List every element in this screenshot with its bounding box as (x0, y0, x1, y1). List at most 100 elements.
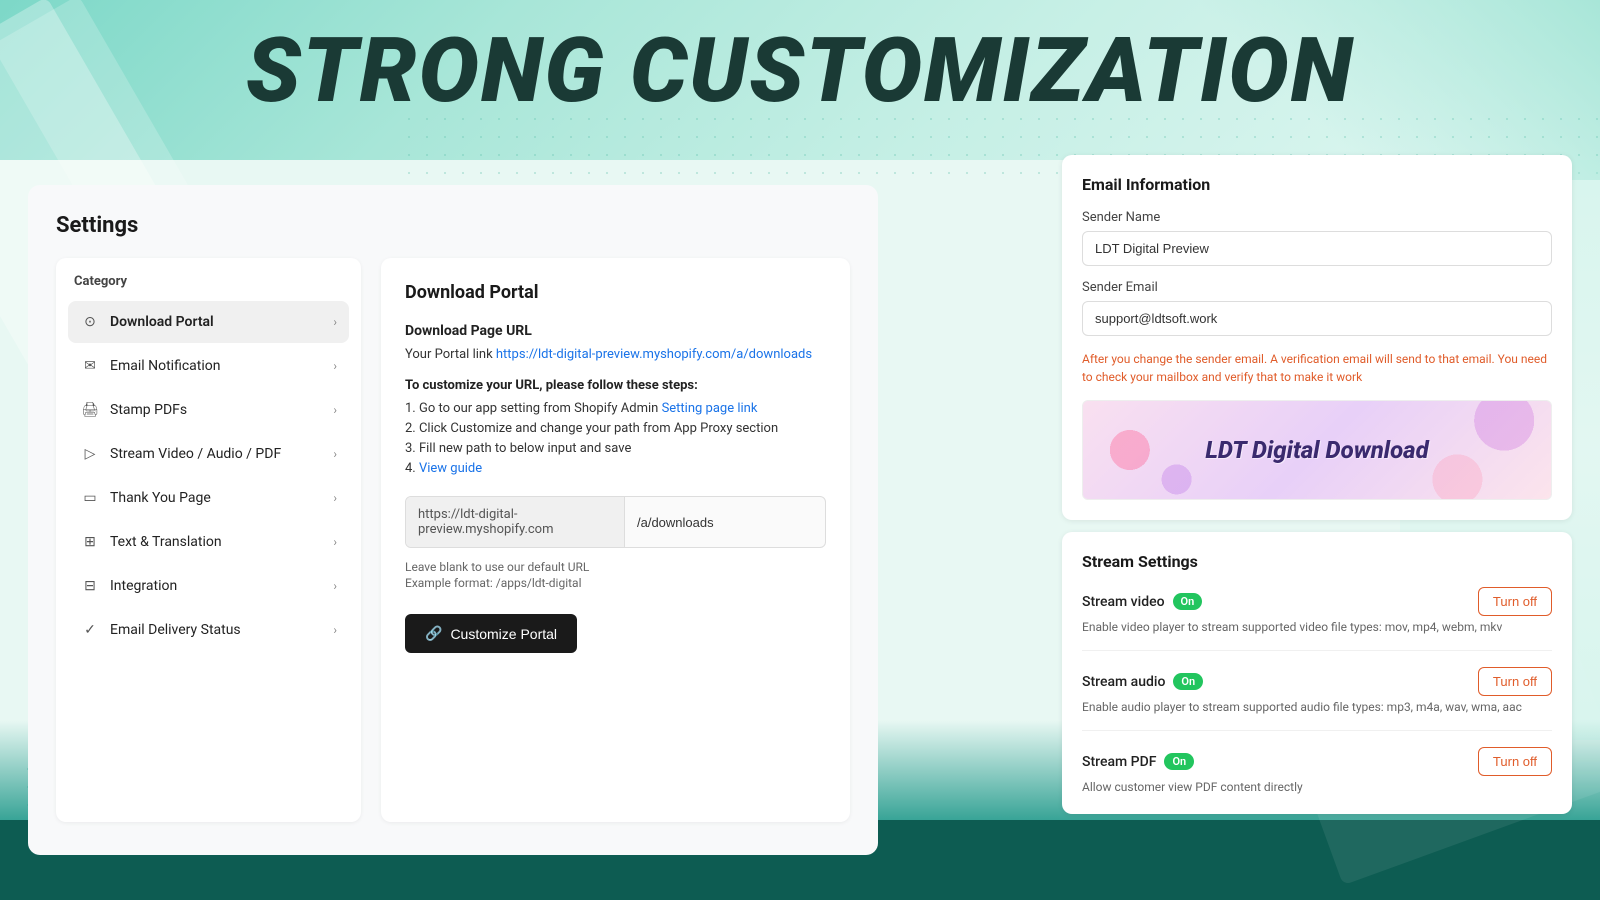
url-input-wrapper: https://ldt-digital-preview.myshopify.co… (405, 496, 826, 548)
download-portal-icon: ⊙ (80, 312, 100, 332)
stream-video-row: Stream video On Turn off (1082, 587, 1552, 616)
chevron-right-icon: › (333, 491, 337, 505)
email-info-title: Email Information (1082, 175, 1552, 194)
step-4: 4. View guide (405, 461, 826, 476)
settings-inner: Category ⊙ Download Portal › ✉ Email Not… (56, 258, 850, 822)
sidebar-item-stream-video[interactable]: ▷ Stream Video / Audio / PDF › (68, 433, 349, 475)
stream-audio-desc: Enable audio player to stream supported … (1082, 700, 1552, 714)
sender-email-label: Sender Email (1082, 280, 1552, 295)
sender-email-input[interactable] (1082, 301, 1552, 336)
text-translation-icon: ⊞ (80, 532, 100, 552)
sidebar-item-email-delivery[interactable]: ✓ Email Delivery Status › (68, 609, 349, 651)
sidebar-item-left: ⊟ Integration (80, 576, 177, 596)
stream-pdf-status: On (1164, 753, 1194, 770)
sidebar-label-integration: Integration (110, 578, 177, 594)
step-1: 1. Go to our app setting from Shopify Ad… (405, 401, 826, 416)
settings-panel: Settings Category ⊙ Download Portal › ✉ … (28, 185, 878, 855)
stream-audio-status: On (1173, 673, 1203, 690)
sidebar-label-email-notification: Email Notification (110, 358, 221, 374)
main-title: STRONG CUSTOMIZATION (0, 18, 1600, 123)
stream-audio-left: Stream audio On (1082, 673, 1203, 690)
sidebar-item-left: 🖨 Stamp PDFs (80, 400, 187, 420)
sidebar-label-stream-video: Stream Video / Audio / PDF (110, 446, 281, 462)
view-guide-link[interactable]: View guide (419, 461, 482, 476)
stream-video-desc: Enable video player to stream supported … (1082, 620, 1552, 634)
chevron-right-icon: › (333, 623, 337, 637)
email-notification-icon: ✉ (80, 356, 100, 376)
sidebar-label-email-delivery: Email Delivery Status (110, 622, 241, 638)
email-delivery-icon: ✓ (80, 620, 100, 640)
sidebar-item-left: ⊞ Text & Translation (80, 532, 222, 552)
stream-video-item: Stream video On Turn off Enable video pl… (1082, 587, 1552, 651)
stream-video-toggle-button[interactable]: Turn off (1478, 587, 1552, 616)
portal-link-row: Your Portal link https://ldt-digital-pre… (405, 347, 826, 362)
chevron-right-icon: › (333, 359, 337, 373)
sidebar-label-thank-you-page: Thank You Page (110, 490, 211, 506)
banner-text: LDT Digital Download (1205, 436, 1428, 464)
sender-name-label: Sender Name (1082, 210, 1552, 225)
sidebar-item-left: ▷ Stream Video / Audio / PDF (80, 444, 281, 464)
stream-pdf-desc: Allow customer view PDF content directly (1082, 780, 1552, 794)
integration-icon: ⊟ (80, 576, 100, 596)
stream-pdf-name: Stream PDF (1082, 754, 1156, 770)
customize-icon: 🔗 (425, 625, 442, 642)
right-panel: Email Information Sender Name Sender Ema… (1062, 155, 1572, 814)
sidebar-item-stamp-pdfs[interactable]: 🖨 Stamp PDFs › (68, 389, 349, 431)
customize-btn-label: Customize Portal (450, 626, 557, 642)
url-hint: Leave blank to use our default URL (405, 560, 826, 574)
content-title: Download Portal (405, 282, 826, 303)
sidebar-item-left: ▭ Thank You Page (80, 488, 211, 508)
settings-title: Settings (56, 213, 850, 238)
stream-audio-toggle-button[interactable]: Turn off (1478, 667, 1552, 696)
stream-pdf-toggle-button[interactable]: Turn off (1478, 747, 1552, 776)
url-example: Example format: /apps/ldt-digital (405, 576, 826, 590)
email-info-card: Email Information Sender Name Sender Ema… (1062, 155, 1572, 520)
chevron-right-icon: › (333, 535, 337, 549)
stream-settings-title: Stream Settings (1082, 552, 1552, 571)
sidebar-item-text-translation[interactable]: ⊞ Text & Translation › (68, 521, 349, 563)
stream-pdf-left: Stream PDF On (1082, 753, 1194, 770)
sidebar-category-label: Category (68, 274, 349, 289)
thank-you-page-icon: ▭ (80, 488, 100, 508)
step-2: 2. Click Customize and change your path … (405, 421, 826, 436)
stream-settings-card: Stream Settings Stream video On Turn off… (1062, 532, 1572, 814)
email-hint: After you change the sender email. A ver… (1082, 350, 1552, 386)
chevron-right-icon: › (333, 579, 337, 593)
sidebar-item-download-portal[interactable]: ⊙ Download Portal › (68, 301, 349, 343)
sidebar-label-text-translation: Text & Translation (110, 534, 222, 550)
stream-audio-item: Stream audio On Turn off Enable audio pl… (1082, 667, 1552, 731)
stream-video-name: Stream video (1082, 594, 1165, 610)
sidebar-item-thank-you-page[interactable]: ▭ Thank You Page › (68, 477, 349, 519)
steps-heading: To customize your URL, please follow the… (405, 378, 826, 393)
chevron-right-icon: › (333, 315, 337, 329)
sidebar-label-stamp-pdfs: Stamp PDFs (110, 402, 187, 418)
sidebar-item-left: ✉ Email Notification (80, 356, 221, 376)
stream-video-left: Stream video On (1082, 593, 1202, 610)
sidebar-item-left: ✓ Email Delivery Status (80, 620, 241, 640)
stream-video-status: On (1173, 593, 1203, 610)
stream-video-icon: ▷ (80, 444, 100, 464)
stream-pdf-row: Stream PDF On Turn off (1082, 747, 1552, 776)
url-prefix: https://ldt-digital-preview.myshopify.co… (406, 497, 625, 547)
sidebar-item-left: ⊙ Download Portal (80, 312, 214, 332)
stream-audio-row: Stream audio On Turn off (1082, 667, 1552, 696)
url-path-input[interactable] (625, 497, 825, 547)
portal-link-prefix: Your Portal link (405, 347, 496, 362)
sidebar-item-integration[interactable]: ⊟ Integration › (68, 565, 349, 607)
setting-page-link[interactable]: Setting page link (662, 401, 758, 416)
customize-portal-button[interactable]: 🔗 Customize Portal (405, 614, 577, 653)
sender-name-input[interactable] (1082, 231, 1552, 266)
chevron-right-icon: › (333, 447, 337, 461)
stream-pdf-item: Stream PDF On Turn off Allow customer vi… (1082, 747, 1552, 794)
portal-link[interactable]: https://ldt-digital-preview.myshopify.co… (496, 347, 812, 362)
chevron-right-icon: › (333, 403, 337, 417)
sidebar-label-download-portal: Download Portal (110, 314, 214, 330)
step-3: 3. Fill new path to below input and save (405, 441, 826, 456)
steps-list: 1. Go to our app setting from Shopify Ad… (405, 401, 826, 476)
stamp-pdfs-icon: 🖨 (80, 400, 100, 420)
stream-audio-name: Stream audio (1082, 674, 1165, 690)
sidebar-item-email-notification[interactable]: ✉ Email Notification › (68, 345, 349, 387)
email-banner: LDT Digital Download (1082, 400, 1552, 500)
main-content-area: Download Portal Download Page URL Your P… (381, 258, 850, 822)
page-url-label: Download Page URL (405, 323, 826, 339)
